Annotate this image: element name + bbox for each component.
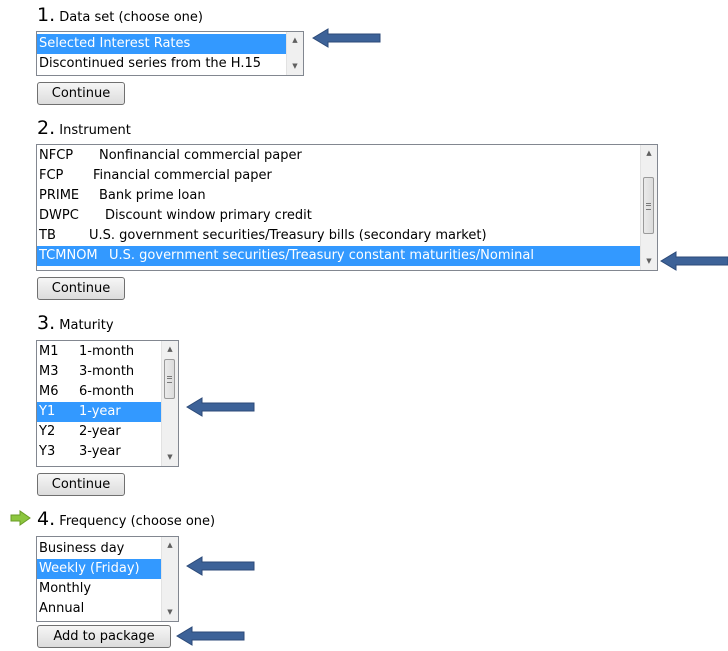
maturity-listbox[interactable]: M1 1-month M3 3-month M6 6-month Y1 1-year Y…	[36, 340, 179, 467]
maturity-code: Y3	[39, 444, 56, 459]
callout-left-arrow-icon	[312, 28, 381, 48]
instrument-option[interactable]: FCP Financial commercial paper	[37, 166, 640, 186]
maturity-option[interactable]: Y2 2-year	[37, 422, 161, 442]
maturity-scrollbar[interactable]: ▲ ▼	[161, 341, 178, 466]
instrument-code: PRIME	[39, 188, 80, 203]
scroll-thumb[interactable]	[164, 359, 175, 399]
maturity-code: Y1	[39, 404, 56, 419]
instrument-label: Nonfinancial commercial paper	[99, 148, 302, 163]
maturity-label: 2-year	[79, 424, 121, 439]
step4-number: 4.	[37, 508, 56, 530]
dataset-option[interactable]: Selected Interest Rates	[37, 34, 286, 54]
instrument-scrollbar[interactable]: ▲ ▼	[640, 145, 657, 270]
scroll-down-icon[interactable]: ▼	[162, 604, 178, 621]
maturity-label: 3-month	[79, 364, 135, 379]
frequency-option[interactable]: Monthly	[37, 579, 161, 599]
step1-number: 1.	[37, 4, 56, 26]
dataset-scrollbar[interactable]: ▲ ▼	[286, 32, 303, 75]
maturity-label: 1-year	[79, 404, 121, 419]
callout-left-arrow-icon	[186, 397, 255, 417]
step2-number: 2.	[37, 117, 56, 139]
scroll-thumb[interactable]	[643, 177, 654, 234]
step3-title-text: Maturity	[59, 318, 114, 333]
scroll-up-icon[interactable]: ▲	[641, 145, 657, 162]
step2-title: 2. Instrument	[37, 117, 131, 139]
instrument-code: TB	[39, 228, 56, 243]
instrument-option[interactable]: TB U.S. government securities/Treasury bi…	[37, 226, 640, 246]
frequency-option[interactable]: Weekly (Friday)	[37, 559, 161, 579]
instrument-code: NFCP	[39, 148, 74, 163]
instrument-label: Discount window primary credit	[105, 208, 312, 223]
add-to-package-button[interactable]: Add to package	[37, 625, 171, 648]
frequency-listbox[interactable]: Business day Weekly (Friday) Monthly Ann…	[36, 536, 179, 622]
scroll-up-icon[interactable]: ▲	[162, 537, 178, 554]
maturity-option[interactable]: M3 3-month	[37, 362, 161, 382]
instrument-code: FCP	[39, 168, 64, 183]
green-right-arrow-icon	[10, 510, 31, 526]
step3-continue-button[interactable]: Continue	[37, 473, 125, 496]
maturity-code: M6	[39, 384, 59, 399]
instrument-label: Bank prime loan	[99, 188, 206, 203]
maturity-option[interactable]: M6 6-month	[37, 382, 161, 402]
maturity-label: 1-month	[79, 344, 135, 359]
dataset-listbox[interactable]: Selected Interest Rates Discontinued ser…	[36, 31, 304, 76]
step4-title-text: Frequency (choose one)	[59, 514, 216, 529]
instrument-listbox[interactable]: NFCP Nonfinancial commercial paper FCP Fin…	[36, 144, 658, 271]
step1-title: 1. Data set (choose one)	[37, 4, 203, 26]
step2-title-text: Instrument	[59, 123, 131, 138]
instrument-code: DWPC	[39, 208, 79, 223]
scroll-down-icon[interactable]: ▼	[287, 58, 303, 75]
maturity-label: 6-month	[79, 384, 135, 399]
step1-title-text: Data set (choose one)	[59, 10, 203, 25]
step2-continue-button[interactable]: Continue	[37, 277, 125, 300]
instrument-label: U.S. government securities/Treasury cons…	[109, 248, 534, 263]
instrument-option[interactable]: TCMNOM U.S. government securities/Treasur…	[37, 246, 640, 266]
maturity-code: M3	[39, 364, 59, 379]
frequency-scrollbar[interactable]: ▲ ▼	[161, 537, 178, 621]
instrument-label: U.S. government securities/Treasury bill…	[89, 228, 487, 243]
instrument-option[interactable]: PRIME Bank prime loan	[37, 186, 640, 206]
step4-title: 4. Frequency (choose one)	[37, 508, 215, 530]
maturity-option[interactable]: M1 1-month	[37, 342, 161, 362]
scroll-down-icon[interactable]: ▼	[162, 449, 178, 466]
dataset-option[interactable]: Discontinued series from the H.15	[37, 54, 286, 74]
step1-continue-button[interactable]: Continue	[37, 82, 125, 105]
instrument-code: TCMNOM	[39, 248, 98, 263]
maturity-label: 3-year	[79, 444, 121, 459]
callout-left-arrow-icon	[176, 626, 245, 646]
frequency-option[interactable]: Business day	[37, 539, 161, 559]
instrument-option[interactable]: NFCP Nonfinancial commercial paper	[37, 146, 640, 166]
step3-title: 3. Maturity	[37, 312, 114, 334]
maturity-code: Y2	[39, 424, 56, 439]
scroll-up-icon[interactable]: ▲	[287, 32, 303, 49]
instrument-option[interactable]: DWPC Discount window primary credit	[37, 206, 640, 226]
maturity-option[interactable]: Y1 1-year	[37, 402, 161, 422]
maturity-option[interactable]: Y3 3-year	[37, 442, 161, 462]
maturity-code: M1	[39, 344, 59, 359]
scroll-down-icon[interactable]: ▼	[641, 253, 657, 270]
instrument-label: Financial commercial paper	[93, 168, 272, 183]
callout-left-arrow-icon	[660, 251, 728, 271]
callout-left-arrow-icon	[186, 556, 255, 576]
scroll-up-icon[interactable]: ▲	[162, 341, 178, 358]
step3-number: 3.	[37, 312, 56, 334]
frequency-option[interactable]: Annual	[37, 599, 161, 619]
